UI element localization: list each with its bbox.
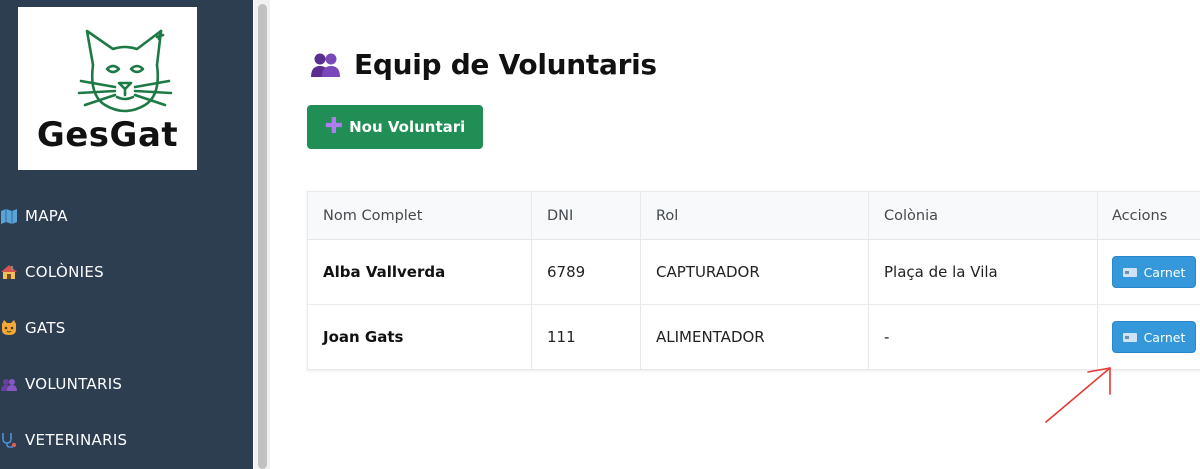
sidebar: GesGat MAPA COLÒNIES GATS VOLUNTARIS VET… bbox=[0, 0, 253, 469]
cell-colony: Plaça de la Vila bbox=[868, 240, 1097, 304]
sidebar-item-veterinaris[interactable]: VETERINARIS bbox=[0, 425, 127, 455]
sidebar-item-label: MAPA bbox=[25, 207, 68, 225]
cell-actions: Carnet bbox=[1097, 240, 1200, 304]
column-header: Nom Complet bbox=[323, 207, 423, 224]
new-volunteer-button[interactable]: ✚ Nou Voluntari bbox=[307, 105, 483, 149]
sidebar-item-label: VETERINARIS bbox=[25, 431, 128, 449]
people-icon bbox=[310, 50, 342, 78]
sidebar-item-colonies[interactable]: COLÒNIES bbox=[0, 257, 104, 287]
cat-logo-icon bbox=[77, 29, 173, 113]
house-icon bbox=[0, 264, 18, 280]
sidebar-item-mapa[interactable]: MAPA bbox=[0, 201, 68, 231]
carnet-button[interactable]: Carnet bbox=[1112, 256, 1196, 288]
cell-role: CAPTURADOR bbox=[640, 240, 868, 304]
carnet-button-label: Carnet bbox=[1143, 264, 1186, 280]
sidebar-item-label: COLÒNIES bbox=[25, 263, 104, 281]
column-header: Accions bbox=[1097, 192, 1200, 239]
column-header: Colònia bbox=[868, 192, 1097, 239]
id-card-icon bbox=[1122, 332, 1137, 342]
table-header: Nom Complet DNI Rol Colònia Accions bbox=[308, 192, 1200, 240]
cell-name: Joan Gats bbox=[323, 328, 404, 346]
page-title-text: Equip de Voluntaris bbox=[354, 47, 657, 81]
cell-role: ALIMENTADOR bbox=[640, 305, 868, 369]
sidebar-item-label: VOLUNTARIS bbox=[25, 375, 123, 393]
cat-face-icon bbox=[0, 320, 18, 336]
column-header: Rol bbox=[640, 192, 868, 239]
sidebar-item-gats[interactable]: GATS bbox=[0, 313, 66, 343]
volunteers-table: Nom Complet DNI Rol Colònia Accions Alba… bbox=[307, 191, 1200, 370]
sidebar-item-voluntaris[interactable]: VOLUNTARIS bbox=[0, 369, 122, 399]
cell-colony: - bbox=[868, 305, 1097, 369]
cell-dni: 111 bbox=[531, 305, 640, 369]
annotation-arrow-icon bbox=[1045, 367, 1111, 423]
cell-name: Alba Vallverda bbox=[323, 263, 446, 281]
sidebar-item-label: GATS bbox=[25, 319, 66, 337]
plus-icon: ✚ bbox=[324, 114, 344, 139]
page-title: Equip de Voluntaris bbox=[310, 44, 657, 84]
people-icon bbox=[0, 376, 18, 392]
carnet-button-label: Carnet bbox=[1143, 329, 1186, 345]
logo-text: GesGat bbox=[36, 115, 179, 155]
carnet-button[interactable]: Carnet bbox=[1112, 321, 1196, 353]
new-volunteer-button-label: Nou Voluntari bbox=[349, 118, 466, 136]
table-row: Alba Vallverda 6789 CAPTURADOR Plaça de … bbox=[308, 240, 1200, 305]
sidebar-scrollbar-thumb[interactable] bbox=[258, 4, 267, 469]
app-logo[interactable]: GesGat bbox=[18, 7, 197, 170]
table-row: Joan Gats 111 ALIMENTADOR - Carnet bbox=[308, 305, 1200, 369]
map-icon bbox=[0, 208, 18, 224]
cell-actions: Carnet bbox=[1097, 305, 1200, 369]
column-header: DNI bbox=[531, 192, 640, 239]
id-card-icon bbox=[1122, 267, 1137, 277]
cell-dni: 6789 bbox=[531, 240, 640, 304]
stethoscope-icon bbox=[0, 432, 18, 448]
